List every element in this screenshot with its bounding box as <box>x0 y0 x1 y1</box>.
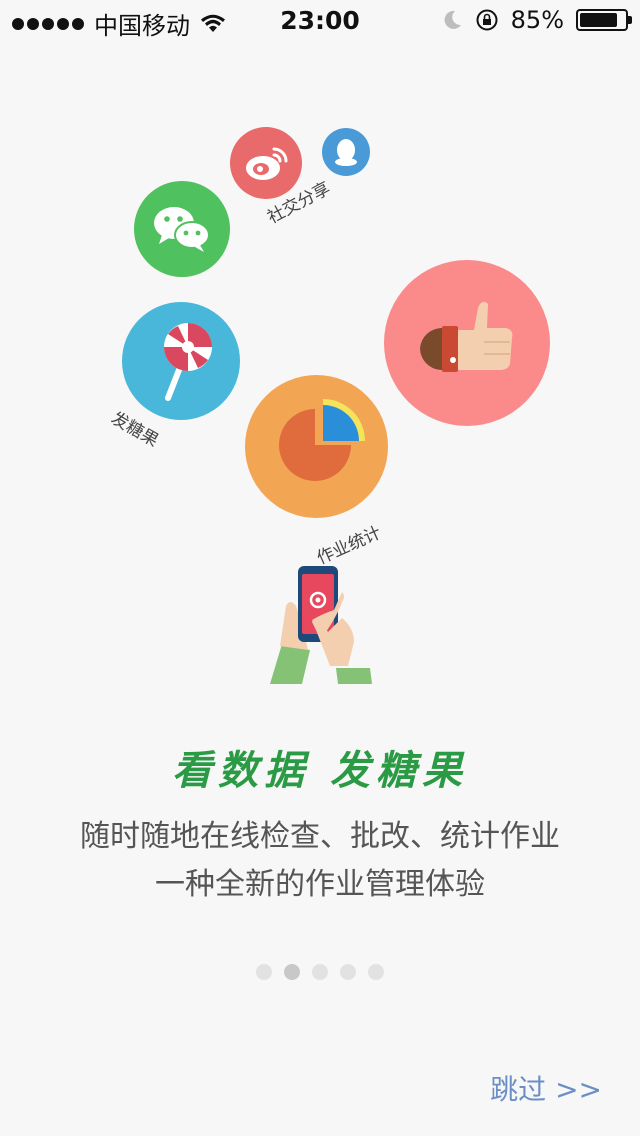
headline: 看数据 发糖果 <box>172 748 468 794</box>
page-dot[interactable] <box>312 964 328 980</box>
skip-button[interactable]: 跳过 >> <box>490 1068 602 1108</box>
page-dot[interactable] <box>368 964 384 980</box>
weibo-icon <box>230 127 302 199</box>
wechat-icon <box>134 181 230 277</box>
page-dot[interactable] <box>284 964 300 980</box>
pie-chart-icon <box>245 375 388 518</box>
thumbs-up-icon <box>384 260 550 426</box>
page-dot[interactable] <box>340 964 356 980</box>
page-indicator[interactable] <box>0 964 640 980</box>
qq-icon <box>322 128 370 176</box>
page-dot[interactable] <box>256 964 272 980</box>
lollipop-icon <box>122 302 240 420</box>
subtext-line-2: 一种全新的作业管理体验 <box>155 867 485 902</box>
hand-phone-icon <box>270 566 372 684</box>
intro-illustration: 社交分享 发糖果 作业统计 <box>0 0 640 700</box>
subtext-line-1: 随时随地在线检查、批改、统计作业 <box>80 819 560 854</box>
